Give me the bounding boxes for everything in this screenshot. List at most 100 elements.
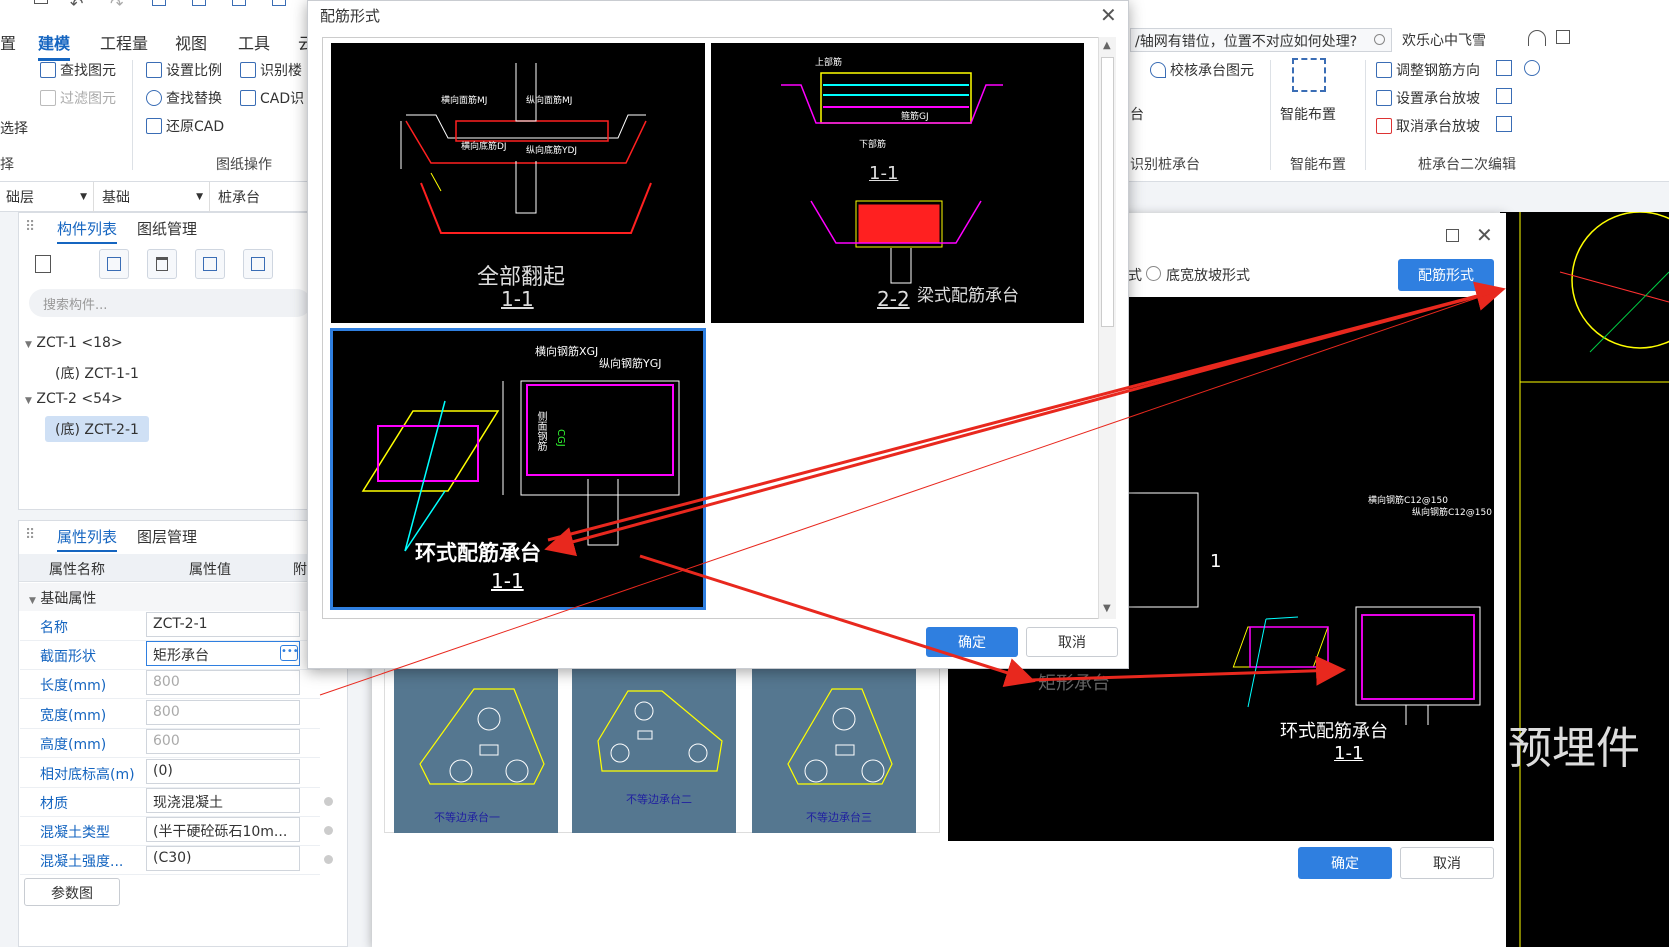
quick-tool-4-icon[interactable] (272, 0, 286, 6)
cad-identify-button[interactable]: CAD识 (240, 88, 304, 108)
property-value-field[interactable]: (C30) (146, 846, 300, 871)
tree-node[interactable]: ▼ ZCT-2 <54> (25, 391, 123, 407)
property-value-field[interactable]: ZCT-2-1 (146, 612, 300, 637)
property-section[interactable]: ▼ 基础属性 (19, 583, 349, 611)
check-cap-button[interactable]: 校核承台图元 (1150, 60, 1254, 80)
property-value-field[interactable]: 600 (146, 729, 300, 754)
slope-radio-label: 底宽放坡形式 (1166, 268, 1250, 284)
floor-combo[interactable]: 础层 ▼ (0, 182, 94, 212)
edit-tool-3-icon[interactable] (1496, 116, 1512, 132)
cad-label: 下部筋 (859, 140, 887, 150)
window-icon[interactable] (1556, 30, 1570, 44)
tab-property-list[interactable]: 属性列表 (57, 526, 118, 552)
type-combo[interactable]: 桩承台 (212, 182, 310, 212)
layer-copy-button[interactable] (243, 249, 273, 279)
cad-label: 横向钢筋XGJ (535, 345, 599, 358)
property-value-field[interactable]: (半干硬砼砾石10m... (146, 817, 300, 842)
property-row: 材质 现浇混凝土 (20, 786, 333, 817)
save-icon[interactable] (34, 0, 48, 4)
ok-button[interactable]: 确定 (926, 627, 1018, 657)
redo-icon[interactable]: ↷ (110, 0, 123, 13)
copy-button[interactable] (99, 249, 129, 279)
cad-viewport[interactable]: 预埋件 (1500, 211, 1669, 947)
rebar-option-ring[interactable]: 横向钢筋XGJ 纵向钢筋YGJ 侧面钢筋 CGJ 环式配筋承台 1-1 (330, 328, 706, 610)
identify-floor-button[interactable]: 识别楼 (240, 60, 302, 80)
tab-layer-manage[interactable]: 图层管理 (137, 526, 197, 547)
duplicate-button[interactable] (195, 249, 225, 279)
scroll-thumb[interactable] (1101, 57, 1114, 327)
ok-button[interactable]: 确定 (1298, 847, 1392, 879)
undo-icon[interactable]: ↶ (70, 0, 83, 13)
edit-tool-4-icon[interactable] (1524, 60, 1540, 76)
rebar-option-beam[interactable]: 上部筋 箍筋GJ 下部筋 1-1 2-2 梁式配筋承台 (711, 43, 1084, 323)
option-section: 2-2 (877, 287, 910, 311)
property-value-field[interactable]: 矩形承台 (146, 641, 300, 666)
smart-layout-button[interactable]: 智能布置 (1280, 56, 1338, 136)
shape-option[interactable]: 不等边承台三 (752, 669, 916, 833)
option-section: 1-1 (491, 569, 524, 593)
maximize-icon[interactable] (1446, 229, 1459, 242)
property-value-field[interactable]: 800 (146, 700, 300, 725)
cad-label: 上部筋 (815, 58, 843, 68)
tab-view[interactable]: 视图 (175, 30, 207, 54)
help-search-box[interactable]: /轴网有错位，位置不对应如何处理? (1130, 28, 1392, 52)
property-value-field[interactable]: (0) (146, 759, 300, 784)
adjust-rebar-icon (1376, 62, 1392, 78)
set-scale-button[interactable]: 设置比例 (146, 60, 222, 80)
cad-label: 箍筋GJ (901, 112, 929, 122)
adjust-rebar-button[interactable]: 调整钢筋方向 (1376, 60, 1480, 80)
option-section-top: 1-1 (869, 163, 899, 184)
tab-quantity[interactable]: 工程量 (100, 30, 148, 54)
edit-tool-2-icon[interactable] (1496, 88, 1512, 104)
set-slope-button[interactable]: 设置承台放坡 (1376, 88, 1480, 108)
shape-option[interactable]: 不等边承台二 (572, 669, 736, 833)
restore-cad-button[interactable]: 还原CAD (146, 116, 224, 136)
tree-leaf-selected[interactable]: (底) ZCT-2-1 (45, 416, 149, 442)
tab-tools[interactable]: 工具 (238, 30, 270, 54)
delete-button[interactable] (147, 249, 177, 279)
find-replace-button[interactable]: 查找替换 (146, 88, 222, 108)
shape-option[interactable]: 不等边承台一 (394, 669, 558, 833)
cancel-slope-button[interactable]: 取消承台放坡 (1376, 116, 1480, 136)
category-combo[interactable]: 基础 ▼ (96, 182, 210, 212)
edit-tool-1-icon[interactable] (1496, 60, 1512, 76)
scroll-down-icon[interactable]: ▼ (1103, 603, 1111, 614)
close-icon[interactable]: ✕ (1100, 3, 1117, 27)
drag-handle-icon[interactable]: ⠿ (25, 527, 35, 543)
shape-drawing (597, 690, 723, 772)
tab-partial[interactable]: 置 (0, 30, 16, 54)
property-value-field[interactable]: 现浇混凝土 (146, 788, 300, 813)
drag-handle-icon[interactable]: ⠿ (25, 219, 35, 235)
rebar-option-full-bend[interactable]: 横向面筋MJ 纵向面筋MJ 横向底筋DJ 纵向底筋YDJ 全部翻起 1-1 (331, 43, 705, 323)
more-options-button[interactable]: ••• (280, 645, 299, 661)
slope-radio[interactable] (1146, 266, 1161, 281)
tab-component-list[interactable]: 构件列表 (57, 218, 118, 244)
quick-tool-2-icon[interactable] (192, 0, 206, 6)
tab-drawing-manage[interactable]: 图纸管理 (137, 218, 197, 239)
find-element-button[interactable]: 查找图元 (40, 60, 116, 80)
quick-tool-3-icon[interactable] (232, 0, 246, 6)
close-icon[interactable]: ✕ (1476, 223, 1493, 247)
rebar-form-button[interactable]: 配筋形式 (1398, 259, 1494, 291)
cancel-button[interactable]: 取消 (1400, 847, 1494, 879)
scroll-up-icon[interactable]: ▲ (1103, 40, 1111, 51)
filter-element-button[interactable]: 过滤图元 (40, 88, 116, 108)
select-group-label: 择 (0, 157, 14, 173)
search-icon[interactable] (1374, 34, 1385, 45)
scrollbar[interactable]: ▲ ▼ (1098, 37, 1116, 619)
component-panel: ⠿ 构件列表 图纸管理 搜索构件... ▼ ZCT-1 <18> (底) ZCT… (18, 212, 311, 510)
quick-tool-1-icon[interactable] (152, 0, 166, 6)
cancel-button[interactable]: 取消 (1026, 627, 1118, 657)
user-name[interactable]: 欢乐心中飞雪 (1402, 30, 1486, 50)
parameter-diagram-button[interactable]: 参数图 (24, 878, 120, 906)
property-value-field[interactable]: 800 (146, 670, 300, 695)
new-component-button[interactable] (31, 249, 61, 279)
component-search-input[interactable]: 搜索构件... (29, 289, 311, 317)
secondary-edit-group-label: 桩承台二次编辑 (1418, 157, 1516, 173)
tab-modeling[interactable]: 建模 (38, 30, 71, 61)
cad-label: 纵向底筋YDJ (526, 146, 578, 156)
tree-node[interactable]: ▼ ZCT-1 <18> (25, 335, 123, 351)
tree-leaf[interactable]: (底) ZCT-1-1 (55, 363, 139, 383)
drawing-ops-group-label[interactable]: 图纸操作 (216, 154, 272, 174)
headset-icon[interactable] (1528, 30, 1546, 46)
